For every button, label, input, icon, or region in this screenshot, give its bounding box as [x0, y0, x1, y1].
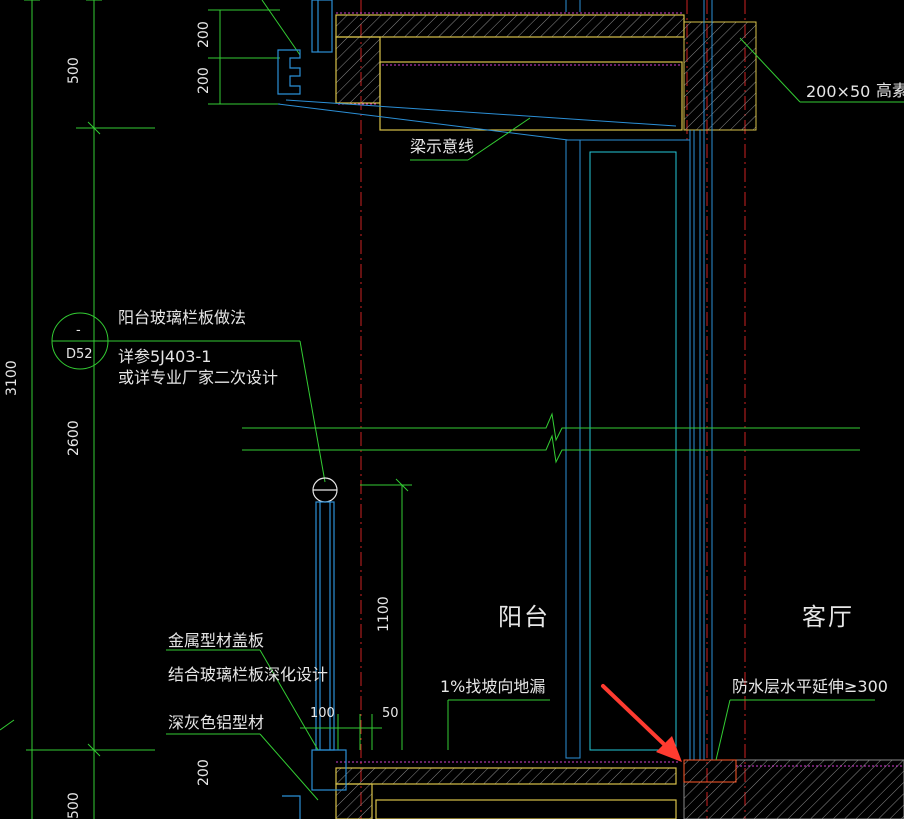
railing-title: 阳台玻璃栏板做法	[118, 308, 247, 327]
bottom-slab	[335, 759, 904, 819]
railing-reference: 详参5J403-1	[118, 347, 212, 366]
top-slab	[335, 12, 757, 131]
dim-2600: 2600	[66, 420, 82, 456]
room-label-balcony: 阳台	[498, 603, 550, 631]
top-right-cut-label: 高素	[876, 81, 904, 100]
dim-500-bottom: 500	[66, 792, 82, 819]
railing-note: 或详专业厂家二次设计	[118, 368, 279, 387]
annotation-arrow	[601, 684, 682, 762]
dim-1100: 1100	[376, 596, 392, 632]
dim-50: 50	[382, 706, 399, 721]
waterproof-note: 防水层水平延伸≥300	[732, 677, 888, 696]
slope-note: 1%找坡向地漏	[440, 677, 546, 696]
railing-fixture-top	[277, 0, 333, 95]
left-dimension-lines	[0, 0, 155, 819]
dim-200-a: 200	[196, 21, 212, 48]
beam-hint-label: 梁示意线	[410, 137, 475, 156]
metal-cover-note: 结合玻璃栏板深化设计	[168, 665, 329, 684]
break-line	[242, 412, 860, 464]
detail-bubble	[51, 312, 326, 483]
dim-100: 100	[310, 706, 335, 721]
detail-bubble-bottom: D52	[66, 347, 93, 362]
dim-200-b: 200	[196, 67, 212, 94]
dim-200-c: 200	[196, 759, 212, 786]
beam-hint-lines	[277, 99, 690, 141]
section-drawing	[0, 0, 904, 819]
room-label-living-room: 客厅	[802, 603, 854, 631]
top-right-dim-label: 200×50	[806, 82, 871, 101]
dim-500-top: 500	[66, 57, 82, 84]
detail-bubble-top: -	[76, 323, 81, 338]
dim-3100: 3100	[4, 360, 20, 396]
top-small-dims	[208, 0, 301, 105]
aluminium-label: 深灰色铝型材	[168, 713, 265, 732]
metal-cover-label: 金属型材盖板	[168, 631, 265, 650]
